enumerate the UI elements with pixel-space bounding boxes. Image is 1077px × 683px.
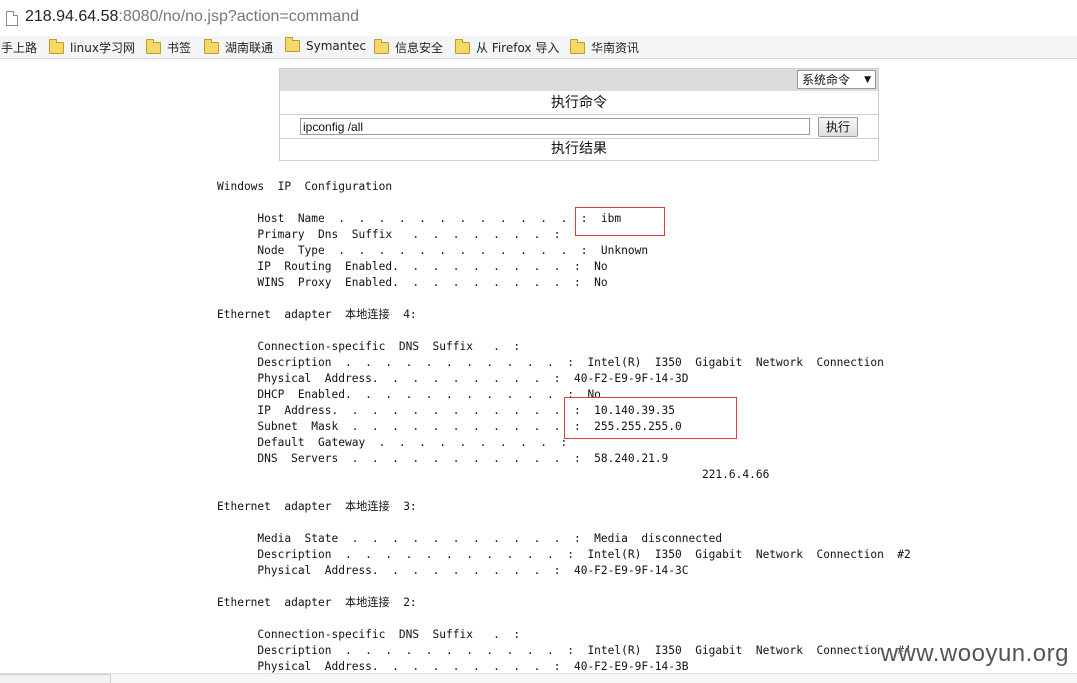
bookmark-label: linux学习网	[70, 41, 135, 55]
watermark: www.wooyun.org	[880, 640, 1069, 667]
bookmark-label: 华南资讯	[591, 41, 640, 55]
page-icon	[6, 11, 18, 26]
folder-icon	[49, 38, 64, 54]
command-panel: 系统命令 ▼ 执行命令 ipconfig /all 执行 执行结果	[279, 68, 879, 161]
bookmark-item[interactable]: 信息安全	[374, 38, 444, 56]
folder-icon	[570, 38, 585, 54]
bookmark-item[interactable]: 从 Firefox 导入	[455, 38, 560, 56]
select-value: 系统命令	[802, 73, 851, 87]
url-text[interactable]: 218.94.64.58:8080/no/no.jsp?action=comma…	[25, 8, 359, 26]
bookmark-label: Symantec	[306, 39, 367, 53]
bookmark-item[interactable]: 手上路	[1, 39, 37, 56]
bookmark-item[interactable]: 华南资讯	[570, 38, 640, 56]
divider	[280, 114, 878, 115]
command-input[interactable]: ipconfig /all	[300, 118, 810, 135]
folder-icon	[374, 38, 389, 54]
url-path: :8080/no/no.jsp?action=command	[118, 8, 360, 25]
bookmark-label: 手上路	[1, 41, 38, 55]
address-bar[interactable]: 218.94.64.58:8080/no/no.jsp?action=comma…	[0, 0, 1077, 37]
folder-icon	[455, 38, 470, 54]
bookmark-item[interactable]: linux学习网	[49, 38, 135, 56]
bookmark-label: 从 Firefox 导入	[476, 41, 560, 55]
dropdown-arrow-icon: ▼	[864, 75, 871, 85]
bookmark-item[interactable]: 湖南联通	[204, 38, 274, 56]
bookmarks-bar: 手上路 linux学习网 书签 湖南联通 Symantec 信息安全 从 Fir…	[0, 36, 1077, 59]
exec-command-title: 执行命令	[551, 95, 607, 111]
execute-button[interactable]: 执行	[818, 117, 858, 137]
bookmark-label: 书签	[167, 41, 192, 55]
bookmark-item[interactable]: 书签	[146, 38, 192, 56]
folder-icon	[146, 38, 161, 54]
folder-icon	[204, 38, 219, 54]
bookmark-label: 湖南联通	[225, 41, 274, 55]
url-host: 218.94.64.58	[25, 8, 119, 25]
panel-header: 系统命令 ▼	[280, 69, 878, 91]
command-type-select[interactable]: 系统命令 ▼	[797, 70, 876, 89]
result-title: 执行结果	[551, 141, 607, 157]
bookmark-label: 信息安全	[395, 41, 444, 55]
highlight-box-ip	[564, 397, 737, 439]
bookmark-item[interactable]: Symantec	[285, 37, 367, 53]
highlight-box-hostname	[575, 207, 665, 236]
folder-icon	[285, 37, 300, 52]
